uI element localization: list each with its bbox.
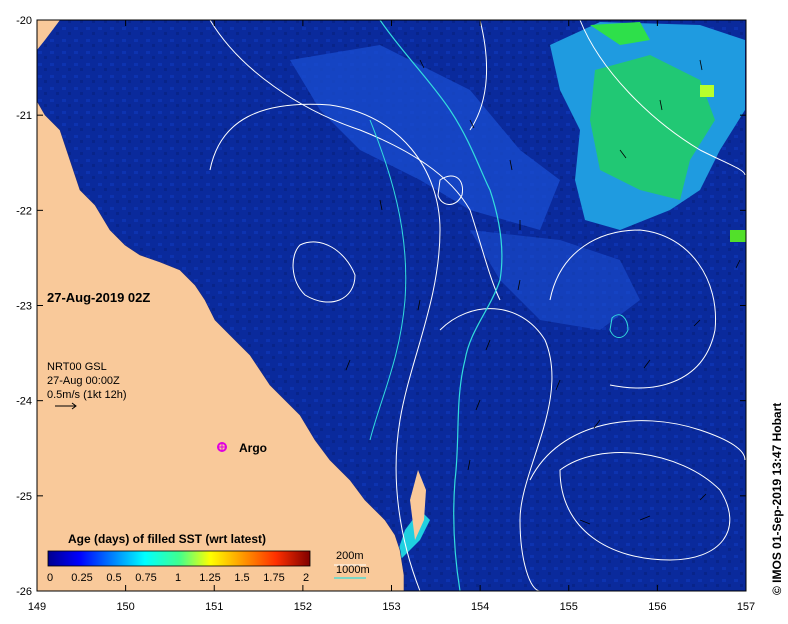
x-tick-label: 150	[116, 601, 134, 613]
colorbar-tick-label: 0.75	[135, 572, 156, 584]
x-tick-label: 153	[382, 601, 400, 613]
colorbar-tick-label: 1.75	[263, 572, 284, 584]
y-tick-label: -21	[16, 110, 32, 122]
sst-patch-yellow	[700, 85, 714, 97]
date-title: 27-Aug-2019 02Z	[47, 290, 150, 305]
credit-label: © IMOS 01-Sep-2019 13:47 Hobart	[770, 402, 784, 595]
colorbar-tick-label: 1.25	[199, 572, 220, 584]
y-tick-label: -20	[16, 15, 32, 27]
y-tick-label: -23	[16, 301, 32, 313]
colorbar-tick-label: 0	[47, 572, 53, 584]
valid-time-label: 27-Aug 00:00Z	[47, 375, 120, 387]
y-tick-label: -26	[16, 586, 32, 598]
x-tick-label: 155	[560, 601, 578, 613]
colorbar-tick-label: 2	[303, 572, 309, 584]
y-tick-label: -22	[16, 205, 32, 217]
y-tick-label: -24	[16, 396, 32, 408]
colorbar-tick-label: 1	[175, 572, 181, 584]
sst-patch-green-right	[730, 230, 746, 242]
x-tick-label: 151	[205, 601, 223, 613]
argo-float-icon	[217, 442, 227, 452]
colorbar-tick-label: 0.25	[71, 572, 92, 584]
colorbar-title: Age (days) of filled SST (wrt latest)	[68, 532, 266, 546]
argo-label: Argo	[239, 441, 267, 455]
x-tick-label: 152	[294, 601, 312, 613]
colorbar-tick-label: 1.5	[234, 572, 249, 584]
product-label: NRT00 GSL	[47, 361, 107, 373]
sst-map: 149 150 151 152 153 154 155 156 157 -20 -21 -22 -23…	[16, 15, 755, 613]
x-tick-label: 156	[648, 601, 666, 613]
colorbar-tick-label: 0.5	[106, 572, 121, 584]
colorbar	[47, 550, 311, 567]
legend-200m-label: 200m	[336, 550, 364, 562]
x-tick-label: 149	[28, 601, 46, 613]
legend-1000m-label: 1000m	[336, 564, 370, 576]
x-tick-label: 157	[737, 601, 755, 613]
vector-scale-label: 0.5m/s (1kt 12h)	[47, 389, 126, 401]
x-tick-label: 154	[471, 601, 489, 613]
colorbar-ticks: 0 0.25 0.5 0.75 1 1.25 1.5 1.75 2	[47, 572, 309, 584]
y-tick-label: -25	[16, 491, 32, 503]
